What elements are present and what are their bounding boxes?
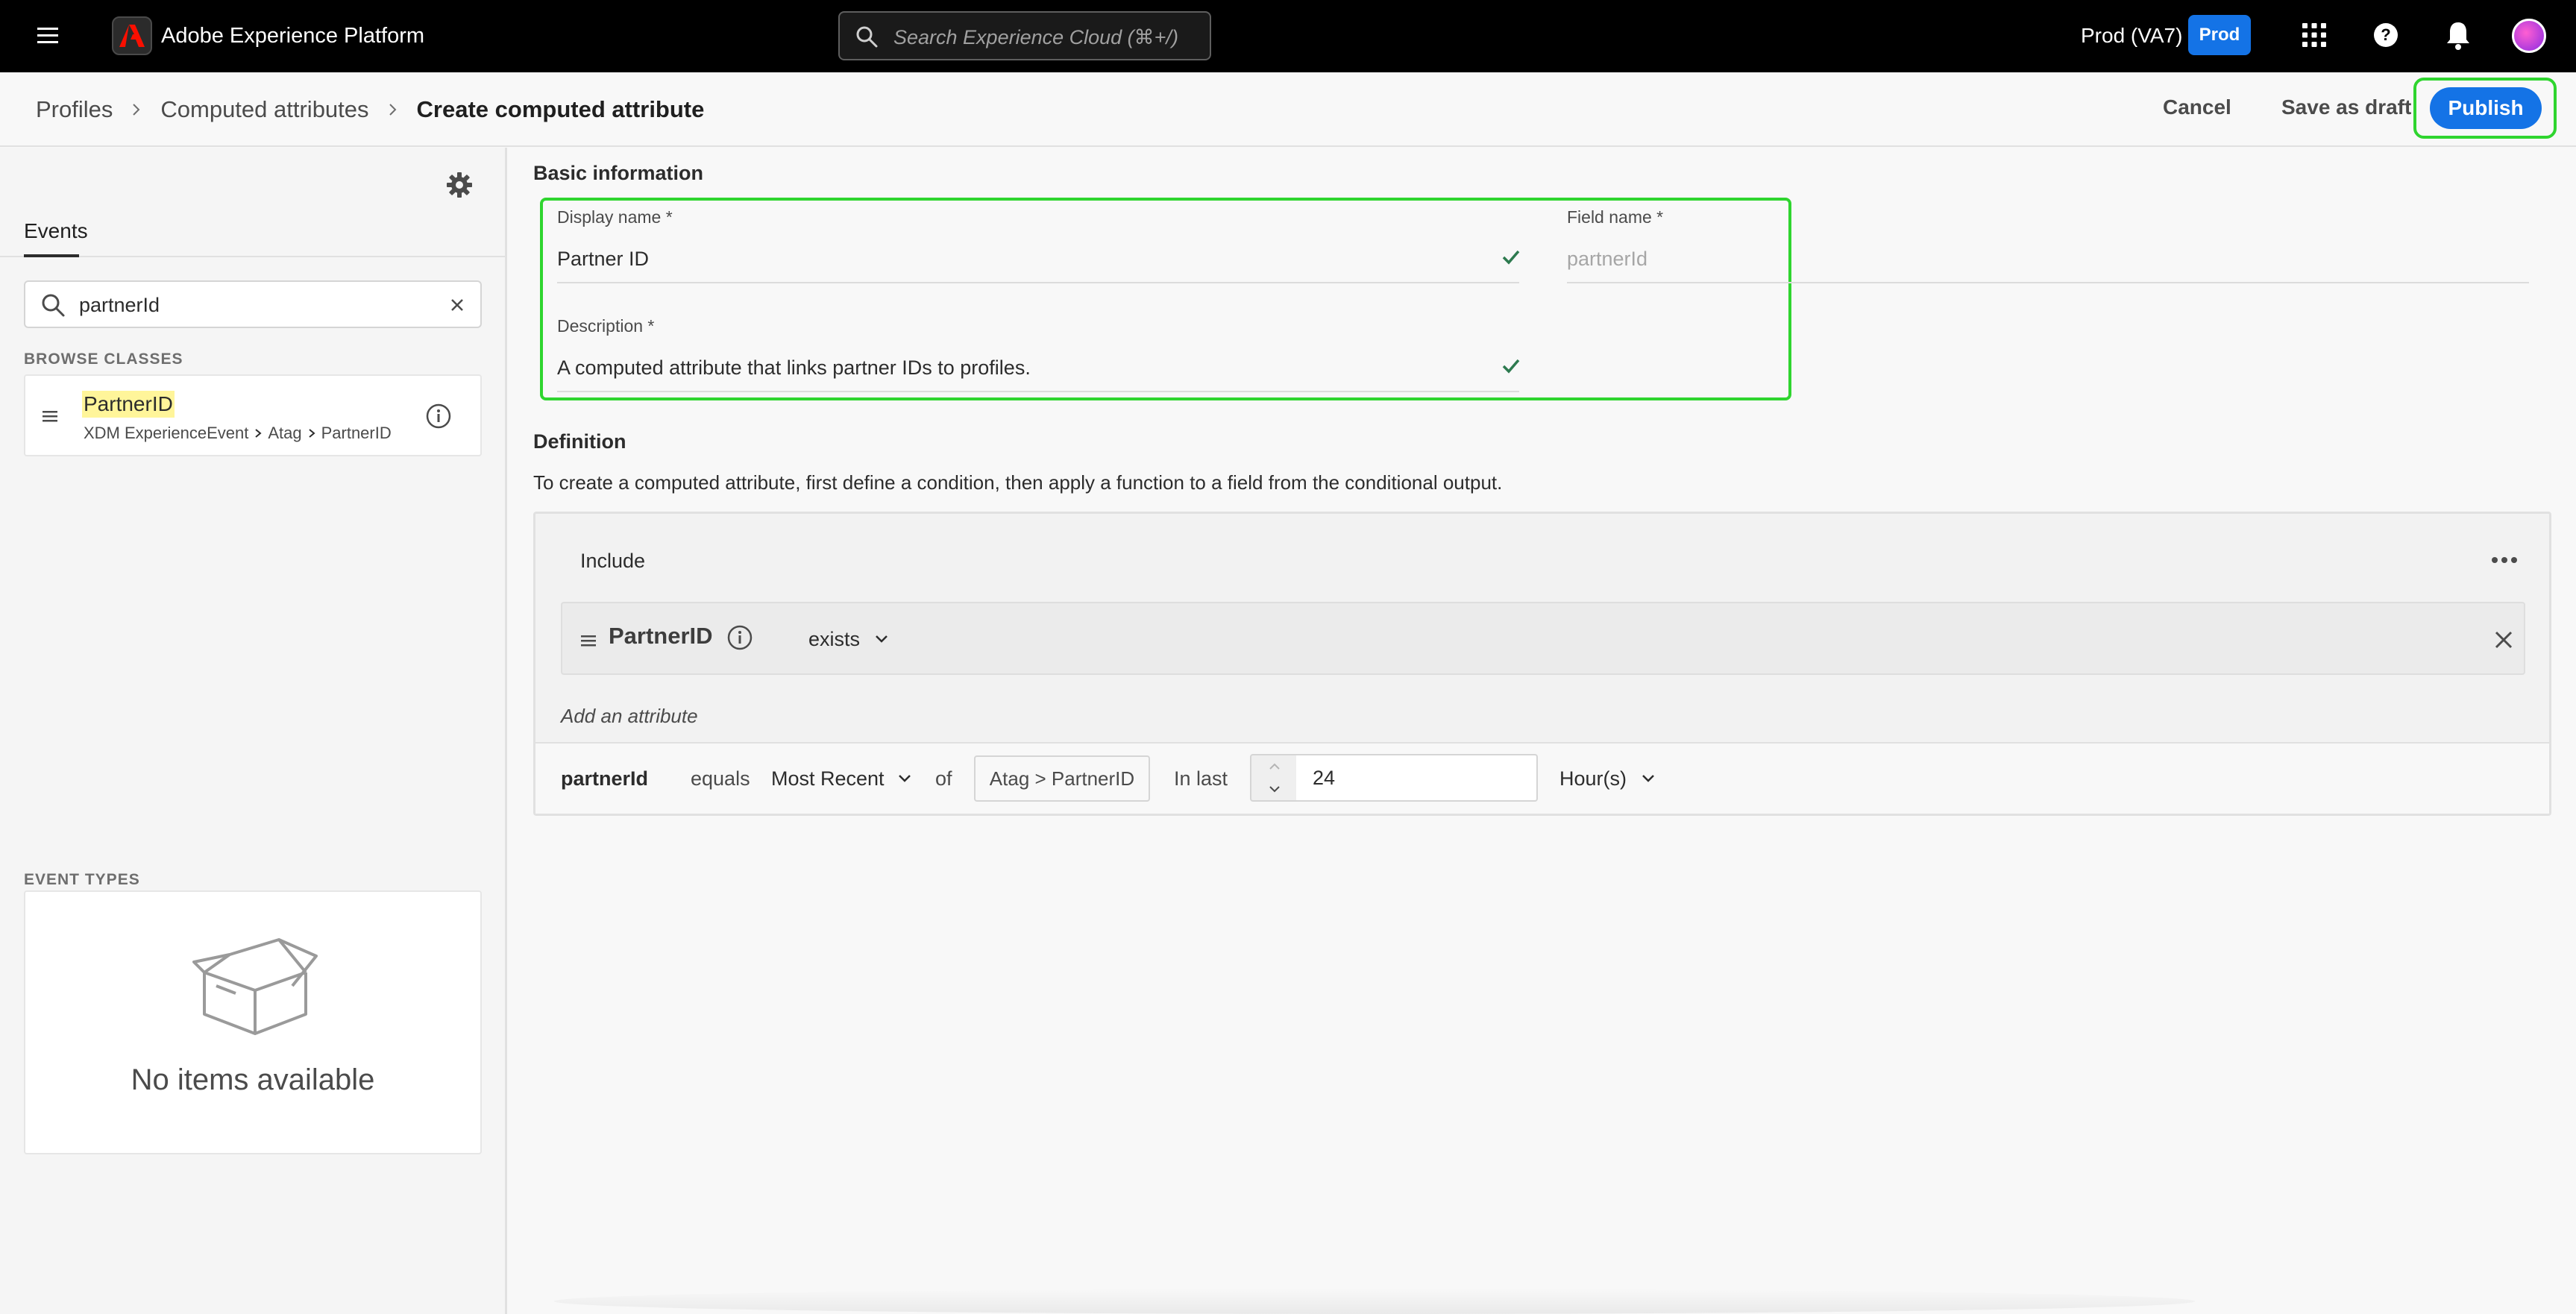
in-last-label: In last: [1174, 767, 1228, 790]
definition-builder: Include PartnerID exists Add an attribut…: [533, 512, 2551, 816]
event-types-list: No items available: [24, 890, 482, 1154]
more-options-icon[interactable]: [2489, 550, 2519, 570]
display-name-label: Display name *: [557, 207, 673, 227]
function-of-label: of: [935, 767, 952, 790]
tab-selected-indicator: [24, 254, 79, 257]
operator-value: exists: [808, 628, 861, 650]
close-icon[interactable]: [2494, 630, 2513, 650]
chevron-right-icon: [253, 428, 263, 438]
main-form: Basic information Display name * Partner…: [509, 148, 2576, 1314]
breadcrumb-profiles[interactable]: Profiles: [36, 95, 113, 125]
menu-icon[interactable]: [33, 21, 63, 51]
empty-state-text: No items available: [131, 1063, 375, 1096]
function-field: partnerId: [561, 767, 649, 790]
add-attribute-link[interactable]: Add an attribute: [561, 703, 698, 729]
include-label: Include: [580, 550, 646, 572]
event-types-label: EVENT TYPES: [24, 871, 140, 888]
step-down-icon[interactable]: [1266, 782, 1283, 796]
user-avatar[interactable]: [2512, 19, 2546, 53]
breadcrumb-computed-attributes[interactable]: Computed attributes: [160, 95, 368, 125]
top-navigation-bar: Adobe Experience Platform Search Experie…: [0, 0, 2576, 72]
class-path-segment: XDM ExperienceEvent: [84, 424, 249, 442]
app-title[interactable]: Adobe Experience Platform: [161, 21, 424, 51]
empty-box-icon: [189, 934, 321, 1037]
function-row: partnerId equals Most Recent of Atag > P…: [535, 742, 2549, 814]
browse-classes-label: BROWSE CLASSES: [24, 350, 183, 368]
basic-information-title: Basic information: [533, 162, 704, 184]
page-header: Profiles Computed attributes Create comp…: [0, 72, 2576, 147]
class-item-partnerid[interactable]: PartnerID XDM ExperienceEvent Atag Partn…: [24, 374, 482, 456]
search-icon: [40, 292, 66, 318]
svg-text:?: ?: [2381, 25, 2390, 44]
field-name-label: Field name *: [1567, 207, 1664, 227]
display-name-underline: [557, 282, 1519, 283]
field-name-underline: [1567, 282, 2529, 283]
field-path-picker[interactable]: Atag > PartnerID: [974, 755, 1150, 802]
search-icon: [855, 25, 879, 48]
chevron-down-icon: [1640, 770, 1656, 787]
class-path-segment: Atag: [268, 424, 302, 442]
aggregation-value: Most Recent: [771, 767, 885, 790]
publish-button[interactable]: Publish: [2430, 87, 2542, 129]
time-unit-dropdown[interactable]: Hour(s): [1559, 766, 1656, 791]
sandbox-switcher[interactable]: Prod (VA7): [2081, 21, 2182, 51]
breadcrumb: Profiles Computed attributes Create comp…: [36, 95, 704, 125]
clear-icon[interactable]: [449, 297, 465, 313]
schema-browser-panel: Events partnerId BROWSE CLASSES PartnerI…: [0, 148, 507, 1314]
apps-icon[interactable]: [2300, 21, 2328, 49]
definition-title: Definition: [533, 430, 626, 453]
adobe-logo-icon[interactable]: [112, 16, 152, 55]
bottom-shadow: [554, 1289, 2195, 1314]
operator-dropdown[interactable]: exists: [808, 626, 890, 653]
info-icon[interactable]: [425, 403, 452, 430]
help-icon[interactable]: ?: [2372, 21, 2400, 49]
gear-icon[interactable]: [444, 170, 474, 200]
schema-search-input[interactable]: partnerId: [24, 280, 482, 328]
description-underline: [557, 391, 1519, 392]
checkmark-icon: [1501, 248, 1521, 267]
search-placeholder: Search Experience Cloud (⌘+/): [893, 26, 1178, 48]
cancel-button[interactable]: Cancel: [2163, 92, 2231, 122]
info-icon[interactable]: [726, 624, 753, 651]
environment-badge[interactable]: Prod: [2188, 15, 2251, 55]
function-equals-label: equals: [691, 767, 750, 790]
time-unit-value: Hour(s): [1559, 767, 1627, 790]
description-label: Description *: [557, 316, 655, 336]
quantity-stepper[interactable]: [1250, 754, 1298, 802]
chevron-right-icon: [129, 102, 144, 117]
drag-handle-icon[interactable]: [580, 633, 597, 648]
class-path-segment: PartnerID: [321, 424, 392, 442]
chevron-down-icon: [873, 631, 890, 647]
definition-help-text: To create a computed attribute, first de…: [533, 471, 1503, 494]
bell-icon[interactable]: [2443, 19, 2473, 51]
chevron-right-icon: [307, 428, 317, 438]
lookback-amount-input[interactable]: 24: [1296, 754, 1538, 802]
condition-attribute: PartnerID: [609, 623, 713, 649]
drag-handle-icon[interactable]: [42, 409, 58, 424]
condition-row: PartnerID exists: [561, 602, 2525, 675]
display-name-field[interactable]: Partner ID: [557, 246, 649, 271]
search-value: partnerId: [79, 294, 160, 316]
save-as-draft-button[interactable]: Save as draft: [2281, 92, 2411, 122]
description-field[interactable]: A computed attribute that links partner …: [557, 355, 1031, 380]
field-name-input[interactable]: partnerId: [1567, 246, 1647, 271]
checkmark-icon: [1501, 356, 1521, 376]
chevron-down-icon: [896, 770, 913, 787]
step-up-icon[interactable]: [1266, 760, 1283, 773]
class-name: PartnerID: [82, 391, 175, 418]
chevron-right-icon: [386, 102, 400, 117]
class-path: XDM ExperienceEvent Atag PartnerID: [84, 422, 392, 444]
aggregation-dropdown[interactable]: Most Recent: [771, 766, 913, 791]
tab-events[interactable]: Events: [24, 216, 88, 246]
page-title: Create computed attribute: [416, 96, 705, 122]
global-search-input[interactable]: Search Experience Cloud (⌘+/): [838, 11, 1211, 60]
